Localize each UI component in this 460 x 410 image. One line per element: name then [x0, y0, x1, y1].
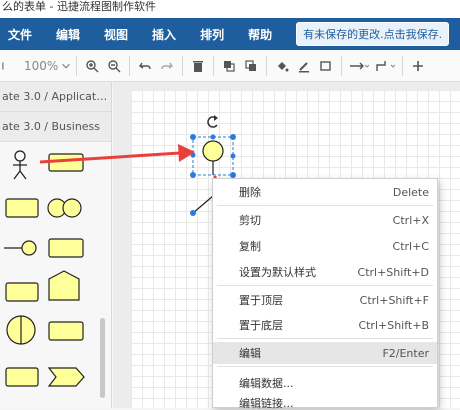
menu-item-label: 剪切 [239, 214, 261, 227]
context-menu: 删除 Delete 剪切 Ctrl+X 复制 Ctrl+C 设置为默认样式 Ct… [212, 178, 438, 410]
sidebar-section-applications[interactable]: ate 3.0 / Applicat… [0, 82, 111, 112]
menu-insert[interactable]: 插入 [142, 26, 190, 43]
menu-item-label: 编辑数据... [239, 377, 294, 390]
toolbar: 100% [0, 50, 460, 82]
menu-item-delete[interactable]: 删除 Delete [213, 181, 437, 203]
menu-edit[interactable]: 编辑 [46, 26, 94, 43]
component-shape[interactable] [48, 153, 84, 172]
connection-style-icon[interactable] [346, 55, 372, 77]
menu-divider [217, 366, 433, 367]
sidebar-toggle-icon[interactable] [0, 55, 10, 77]
menu-divider [217, 338, 433, 339]
toolbar-divider [266, 55, 268, 76]
zoom-dropdown-icon[interactable] [60, 55, 72, 77]
menu-item-label: 编辑 [239, 347, 261, 360]
menu-item-shortcut: Ctrl+C [392, 239, 429, 253]
waypoint-style-icon[interactable] [372, 55, 398, 77]
menu-item-shortcut: Ctrl+Shift+D [357, 265, 429, 279]
menu-item-label: 设置为默认样式 [239, 266, 316, 279]
menu-item-label: 复制 [239, 240, 261, 253]
menu-item-shortcut: Ctrl+Shift+F [359, 293, 429, 307]
menu-item-shortcut: F2/Enter [382, 346, 429, 360]
menu-item-label: 置于底层 [239, 319, 283, 332]
undo-icon[interactable] [134, 55, 156, 77]
toolbar-divider [129, 55, 131, 76]
menu-item-shortcut: Ctrl+X [392, 213, 429, 227]
menu-item-edit[interactable]: 编辑 F2/Enter [213, 342, 437, 364]
redo-icon[interactable] [156, 55, 178, 77]
sidebar-section-business[interactable]: ate 3.0 / Business [0, 112, 111, 142]
menu-item-label: 删除 [239, 186, 261, 199]
line-color-icon[interactable] [293, 55, 315, 77]
process-shape[interactable] [5, 198, 39, 218]
menu-file[interactable]: 文件 [0, 26, 46, 43]
interface-shape[interactable] [4, 240, 37, 256]
menu-item-copy[interactable]: 复制 Ctrl+C [213, 235, 437, 257]
double-circle-shape[interactable] [47, 198, 82, 218]
menu-divider [217, 205, 433, 206]
menu-item-shortcut: Ctrl+Shift+B [358, 318, 429, 332]
menu-item-to-back[interactable]: 置于底层 Ctrl+Shift+B [213, 314, 437, 336]
toolbar-divider [402, 55, 404, 76]
node-shape[interactable] [48, 321, 84, 341]
menu-item-shortcut: Delete [392, 185, 429, 199]
sidebar-scrollbar[interactable] [100, 318, 105, 398]
window-title: 么的表单 - 迅捷流程图制作软件 [0, 0, 460, 18]
menu-item-cut[interactable]: 剪切 Ctrl+X [213, 209, 437, 231]
toolbar-divider [213, 55, 215, 76]
split-circle-shape[interactable] [6, 315, 36, 345]
menu-item-to-front[interactable]: 置于顶层 Ctrl+Shift+F [213, 289, 437, 311]
chevron-shape[interactable] [47, 367, 85, 387]
to-front-icon[interactable] [218, 55, 240, 77]
pentagon-shape[interactable] [48, 270, 80, 301]
menu-item-label: 置于顶层 [239, 294, 283, 307]
menu-help[interactable]: 帮助 [238, 26, 286, 43]
menu-divider [217, 285, 433, 286]
toolbar-divider [341, 55, 343, 76]
zoom-in-icon[interactable] [81, 55, 103, 77]
data-shape[interactable] [5, 367, 39, 387]
menu-view[interactable]: 视图 [94, 26, 142, 43]
event-shape[interactable] [5, 282, 39, 302]
unsaved-changes-button[interactable]: 有未保存的更改.点击我保存. [296, 22, 450, 46]
menubar: 文件 编辑 视图 插入 排列 帮助 有未保存的更改.点击我保存. [0, 18, 460, 50]
fill-color-icon[interactable] [271, 55, 293, 77]
toolbar-divider [76, 55, 78, 76]
actor-shape[interactable] [13, 150, 27, 180]
shape-sidebar: ate 3.0 / Applicat… ate 3.0 / Business [0, 82, 112, 408]
menu-item-edit-data[interactable]: 编辑数据... [213, 372, 437, 394]
to-back-icon[interactable] [240, 55, 262, 77]
menu-item-set-default-style[interactable]: 设置为默认样式 Ctrl+Shift+D [213, 261, 437, 283]
zoom-level[interactable]: 100% [24, 59, 58, 73]
shadow-icon[interactable] [315, 55, 337, 77]
toolbar-divider [182, 55, 184, 76]
zoom-out-icon[interactable] [103, 55, 125, 77]
insert-plus-icon[interactable] [407, 55, 429, 77]
shape-palette [4, 150, 85, 387]
object-shape[interactable] [48, 238, 84, 258]
delete-icon[interactable] [187, 55, 209, 77]
menu-arrange[interactable]: 排列 [190, 26, 238, 43]
